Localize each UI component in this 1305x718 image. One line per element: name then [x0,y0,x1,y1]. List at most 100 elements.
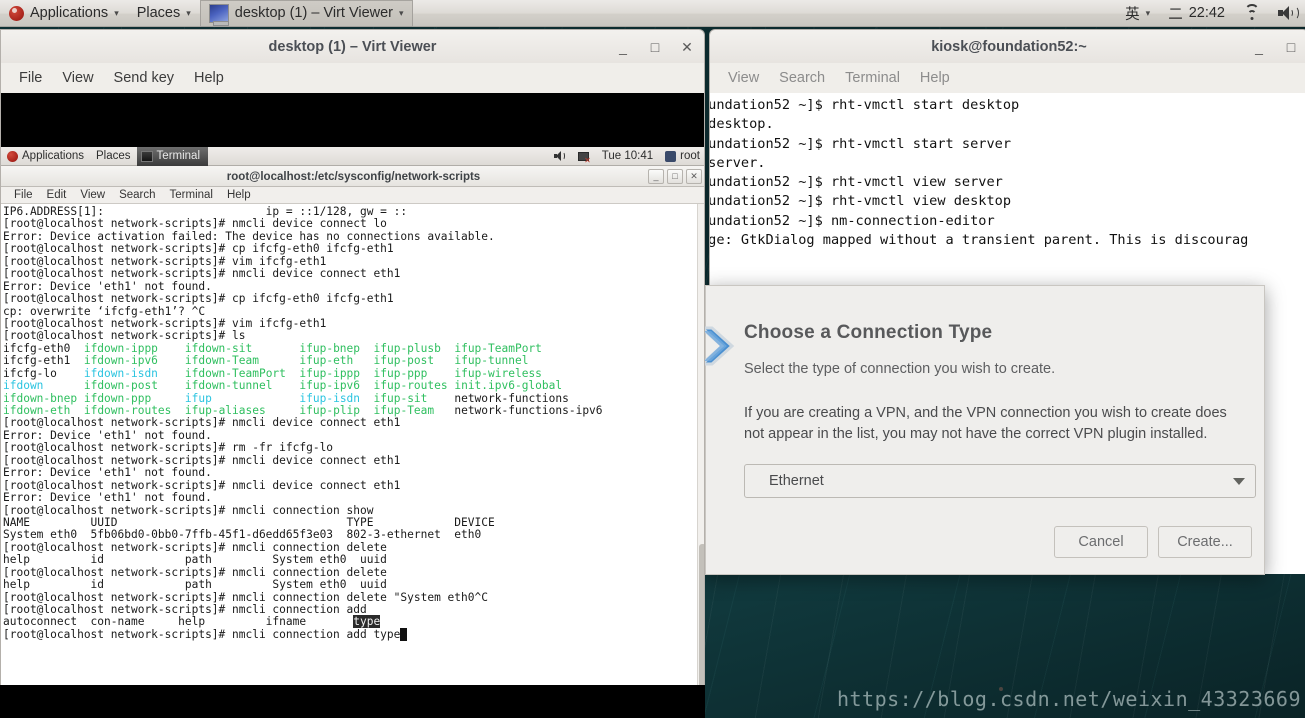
guest-display[interactable]: Applications Places Terminal ✕ Tue 10:41… [0,93,705,718]
close-button[interactable]: ✕ [680,40,694,54]
fedora-logo-icon [9,5,24,21]
close-button[interactable]: ✕ [686,169,702,184]
guest-terminal-menubar: File Edit View Search Terminal Help [1,187,704,204]
create-button[interactable]: Create... [1158,526,1252,558]
guest-terminal-output[interactable]: IP6.ADDRESS[1]: ip = ::1/128, gw = :: [ro… [1,204,704,718]
menu-view[interactable]: View [73,189,112,201]
maximize-button[interactable]: □ [667,169,683,184]
volume-icon [1278,6,1299,20]
terminal-icon [140,150,153,162]
cancel-button[interactable]: Cancel [1054,526,1148,558]
menu-terminal[interactable]: Terminal [163,189,220,201]
terminal-line: age: GtkDialog mapped without a transien… [709,232,1249,249]
volume-indicator[interactable] [1269,0,1305,27]
guest-user-menu[interactable]: root [659,147,704,166]
wifi-icon [1243,4,1260,20]
menu-send-key[interactable]: Send key [104,70,184,86]
terminal-line: oundation52 ~]$ rht-vmctl start server [709,135,1011,152]
clock[interactable]: 二 22:42 [1159,0,1234,27]
guest-places-menu[interactable]: Places [90,147,137,166]
dialog-buttons: Cancel Create... [1054,526,1252,558]
guest-places-label: Places [96,150,131,162]
guest-clock[interactable]: Tue 10:41 [596,147,659,166]
menu-terminal[interactable]: Terminal [835,70,910,86]
menu-view[interactable]: View [52,70,103,86]
applications-label: Applications [30,5,109,21]
volume-icon [553,151,566,161]
menu-help[interactable]: Help [910,70,960,86]
terminal-line: server. [709,154,766,171]
virt-viewer-titlebar[interactable]: desktop (1) – Virt Viewer _ □ ✕ [0,29,705,63]
chevron-down-icon: ▾ [186,7,191,18]
dialog-subtitle: Select the type of connection you wish t… [744,361,1056,377]
guest-terminal-window-buttons: _ □ ✕ [648,169,702,184]
guest-user-label: root [680,150,700,162]
terminal-line: desktop. [709,116,774,133]
guest-network-indicator[interactable] [572,147,596,166]
fedora-logo-icon [7,150,18,162]
top-panel-status-area: 英 ▾ 二 22:42 [1116,0,1305,27]
guest-panel: Applications Places Terminal ✕ Tue 10:41… [1,146,704,166]
chevron-down-icon: ▾ [399,7,404,18]
menu-help[interactable]: Help [184,70,234,86]
menu-file[interactable]: File [7,189,40,201]
dialog-heading: Choose a Connection Type [744,322,993,343]
top-panel: Applications ▾ Places ▾ desktop (1) – Vi… [0,0,1305,27]
guest-terminal-titlebar[interactable]: root@localhost:/etc/sysconfig/network-sc… [1,166,704,187]
chevron-down-icon: ▾ [1145,7,1151,18]
guest-window-task-terminal[interactable]: Terminal [136,146,209,166]
minimize-button[interactable]: _ [616,40,630,54]
kiosk-terminal-window-buttons: _ □ [1252,30,1298,64]
terminal-scrollbar[interactable] [697,204,704,718]
guest-terminal-title: root@localhost:/etc/sysconfig/network-sc… [226,170,481,183]
window-list-item-virt-viewer[interactable]: desktop (1) – Virt Viewer ▾ [199,0,413,27]
terminal-line: oundation52 ~]$ nm-connection-editor [709,212,995,229]
input-method-indicator[interactable]: 英 ▾ [1116,0,1159,27]
terminal-line: oundation52 ~]$ rht-vmctl view server [709,174,1003,191]
virt-viewer-title: desktop (1) – Virt Viewer [268,39,437,55]
dialog-paragraph: If you are creating a VPN, and the VPN c… [744,405,1227,442]
guest-volume-indicator[interactable] [548,147,572,166]
menu-view[interactable]: View [718,70,769,86]
menu-search[interactable]: Search [112,189,162,201]
window-list-label: desktop (1) – Virt Viewer [234,5,394,21]
user-icon [665,150,677,162]
menu-edit[interactable]: Edit [40,189,74,201]
guest-applications-label: Applications [22,150,85,162]
terminal-line: oundation52 ~]$ rht-vmctl view desktop [709,193,1011,210]
minimize-button[interactable]: _ [648,169,664,184]
clock-time: 22:42 [1188,5,1225,21]
maximize-button[interactable]: □ [1284,40,1298,54]
network-indicator[interactable] [1234,0,1269,27]
virt-viewer-window: desktop (1) – Virt Viewer _ □ ✕ File Vie… [0,29,705,718]
maximize-button[interactable]: □ [648,40,662,54]
places-label: Places [136,5,181,21]
network-disconnected-icon [577,151,591,165]
kiosk-terminal-title: kiosk@foundation52:~ [931,39,1087,55]
virt-viewer-icon [208,3,229,26]
csdn-watermark: https://blog.csdn.net/weixin_43323669 [836,687,1301,711]
clock-day: 二 [1168,6,1183,23]
places-menu[interactable]: Places ▾ [128,0,200,27]
kiosk-terminal-menubar: View Search Terminal Help [709,63,1305,93]
connection-type-select[interactable]: Ethernet [744,464,1256,498]
chevron-down-icon [1233,477,1245,485]
guest-applications-menu[interactable]: Applications [1,147,90,166]
applications-menu[interactable]: Applications ▾ [0,0,128,27]
menu-help[interactable]: Help [220,189,258,201]
menu-file[interactable]: File [9,70,52,86]
input-method-label: 英 [1125,6,1140,23]
guest-terminal-window: root@localhost:/etc/sysconfig/network-sc… [1,166,704,718]
kiosk-terminal-titlebar[interactable]: kiosk@foundation52:~ _ □ [709,29,1305,63]
minimize-button[interactable]: _ [1252,40,1266,54]
terminal-line: [root@localhost network-scripts]# nmcli … [3,627,704,641]
guest-display-letterbox [0,685,705,718]
virt-viewer-menubar: File View Send key Help [0,63,705,93]
choose-connection-type-dialog: Choose a Connection Type Select the type… [700,285,1265,575]
terminal-line: oundation52 ~]$ rht-vmctl start desktop [709,97,1020,113]
connection-type-value: Ethernet [769,473,824,489]
chevron-down-icon: ▾ [114,7,119,18]
menu-search[interactable]: Search [769,70,835,86]
guest-task-label: Terminal [156,150,201,162]
virt-viewer-window-buttons: _ □ ✕ [616,30,694,64]
